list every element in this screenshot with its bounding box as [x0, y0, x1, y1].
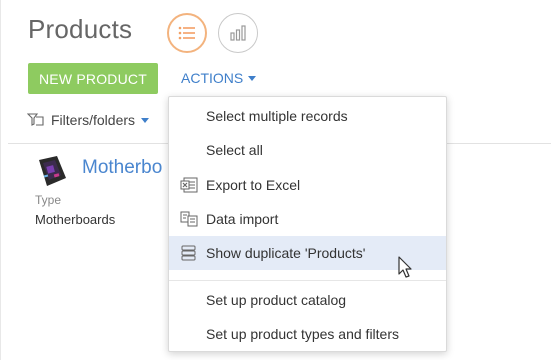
- menu-item-product-types[interactable]: Set up product types and filters: [169, 317, 446, 351]
- products-page: Products NEW PRODUCT ACTIONS Filters/fol…: [0, 0, 551, 360]
- menu-item-select-multiple[interactable]: Select multiple records: [169, 99, 446, 133]
- left-border: [0, 0, 1, 360]
- mouse-pointer-icon: [398, 256, 412, 278]
- filters-label: Filters/folders: [51, 112, 136, 128]
- chevron-down-icon: [141, 117, 150, 123]
- type-value: Motherboards: [35, 212, 116, 227]
- menu-item-product-catalog[interactable]: Set up product catalog: [169, 283, 446, 317]
- page-title: Products: [28, 14, 133, 44]
- list-icon: [178, 26, 195, 40]
- bar-chart-icon: [230, 25, 246, 41]
- filter-icon: [27, 113, 44, 126]
- filters-folders-button[interactable]: Filters/folders: [27, 112, 150, 128]
- analytics-view-button[interactable]: [218, 13, 258, 53]
- actions-menu: Select multiple records Select all Expor…: [168, 96, 447, 352]
- motherboard-thumbnail: [39, 156, 66, 186]
- excel-export-icon: [180, 177, 198, 193]
- menu-item-export-excel[interactable]: Export to Excel: [169, 168, 446, 202]
- menu-item-data-import[interactable]: Data import: [169, 202, 446, 236]
- duplicates-icon: [181, 245, 196, 261]
- menu-separator: [169, 280, 446, 281]
- new-product-button[interactable]: NEW PRODUCT: [28, 63, 158, 94]
- list-view-button[interactable]: [167, 13, 207, 53]
- chevron-down-icon: [248, 75, 257, 81]
- type-label: Type: [35, 193, 62, 207]
- data-import-icon: [180, 211, 198, 227]
- actions-dropdown-button[interactable]: ACTIONS: [181, 70, 257, 86]
- record-name-link[interactable]: Motherbo: [82, 157, 168, 179]
- actions-label: ACTIONS: [181, 70, 244, 86]
- menu-item-select-all[interactable]: Select all: [169, 133, 446, 167]
